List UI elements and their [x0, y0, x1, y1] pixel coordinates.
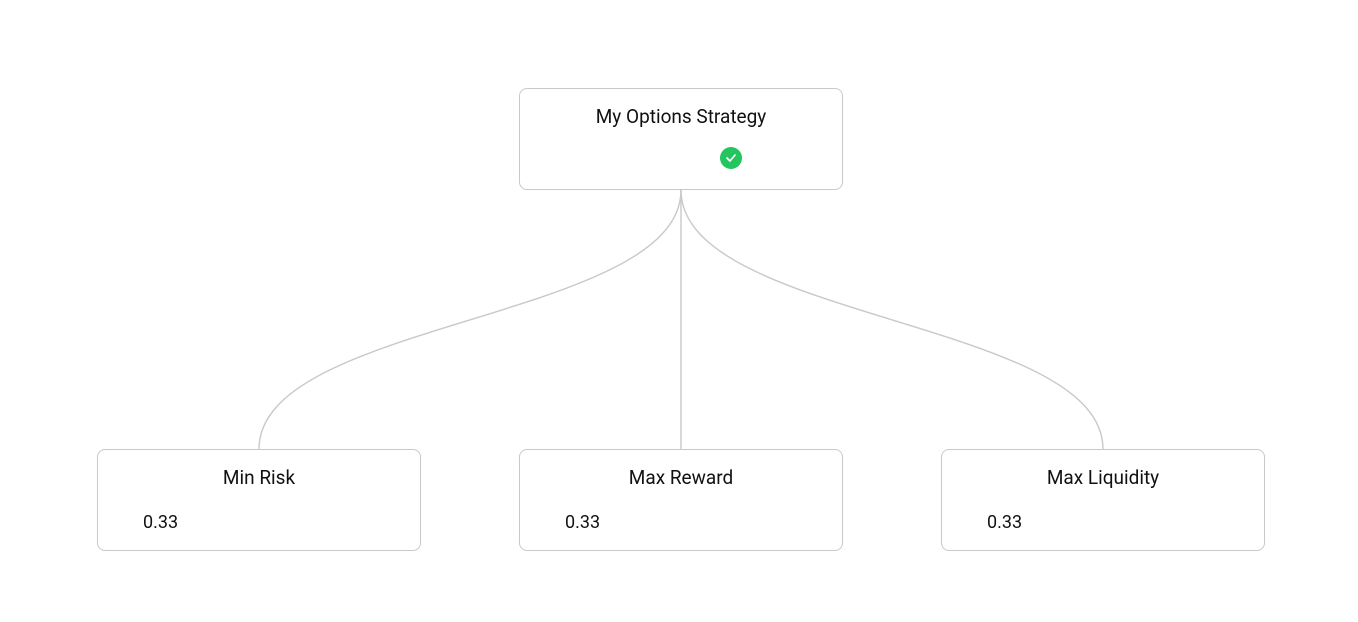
child-node-value: 0.33 — [962, 512, 1244, 534]
child-node-title: Max Liquidity — [962, 466, 1244, 490]
child-node-max-liquidity[interactable]: Max Liquidity 0.33 — [941, 449, 1265, 551]
child-node-value: 0.33 — [118, 512, 400, 534]
edge-root-to-max-liquidity — [681, 190, 1103, 449]
root-node[interactable]: My Options Strategy — [519, 88, 843, 190]
child-node-title: Min Risk — [118, 466, 400, 490]
root-status-row — [540, 147, 822, 169]
child-node-min-risk[interactable]: Min Risk 0.33 — [97, 449, 421, 551]
child-node-title: Max Reward — [540, 466, 822, 490]
diagram-canvas[interactable]: My Options Strategy Min Risk 0.33 Max Re… — [0, 0, 1358, 622]
child-node-value: 0.33 — [540, 512, 822, 534]
root-node-title: My Options Strategy — [540, 105, 822, 129]
edge-root-to-min-risk — [259, 190, 681, 449]
check-circle-icon — [720, 147, 742, 169]
child-node-max-reward[interactable]: Max Reward 0.33 — [519, 449, 843, 551]
